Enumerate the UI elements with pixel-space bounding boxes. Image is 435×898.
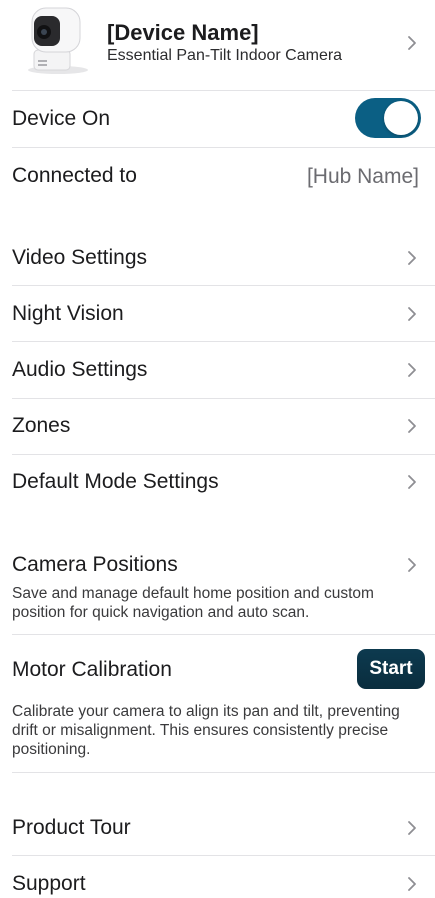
chevron-right-icon [408,877,416,891]
device-name: [Device Name] [107,20,259,45]
settings-item-label: Default Mode Settings [12,470,219,493]
settings-item-zones[interactable]: Zones [0,399,435,455]
settings-item-label: Night Vision [12,302,124,325]
motor-calibration-label: Motor Calibration [12,658,172,681]
device-on-label: Device On [12,107,111,130]
product-tour-label: Product Tour [12,816,131,839]
chevron-right-icon [408,251,416,265]
chevron-right-icon [408,363,416,377]
settings-item-video[interactable]: Video Settings [0,230,435,286]
camera-positions-description: Save and manage default home position an… [12,585,374,621]
settings-item-audio[interactable]: Audio Settings [0,342,435,398]
motor-calibration-description: Calibrate your camera to align its pan a… [12,703,400,758]
chevron-right-icon [408,821,416,835]
settings-item-default-mode[interactable]: Default Mode Settings [0,455,435,511]
device-header[interactable]: [Device Name] Essential Pan-Tilt Indoor … [0,0,435,90]
settings-item-label: Video Settings [12,246,148,269]
toggle-knob [384,101,418,135]
connected-label: Connected to [12,164,137,187]
settings-item-night-vision[interactable]: Night Vision [0,286,435,342]
chevron-right-icon [408,475,416,489]
support-label: Support [12,872,86,895]
start-calibration-button[interactable]: Start [357,649,425,689]
support-row[interactable]: Support [0,856,435,898]
camera-image [28,7,88,74]
device-on-toggle[interactable] [355,98,421,138]
settings-item-label: Audio Settings [12,358,148,381]
divider [12,772,435,773]
chevron-right-icon [408,558,416,572]
settings-item-label: Zones [12,414,71,437]
camera-positions-label: Camera Positions [12,553,178,576]
chevron-right-icon [408,36,416,50]
chevron-right-icon [408,307,416,321]
chevron-right-icon [408,419,416,433]
camera-positions-row[interactable]: Camera Positions Save and manage default… [0,538,435,634]
device-model: Essential Pan-Tilt Indoor Camera [107,47,343,64]
hub-name-value: [Hub Name] [306,165,419,188]
product-tour-row[interactable]: Product Tour [0,800,435,856]
